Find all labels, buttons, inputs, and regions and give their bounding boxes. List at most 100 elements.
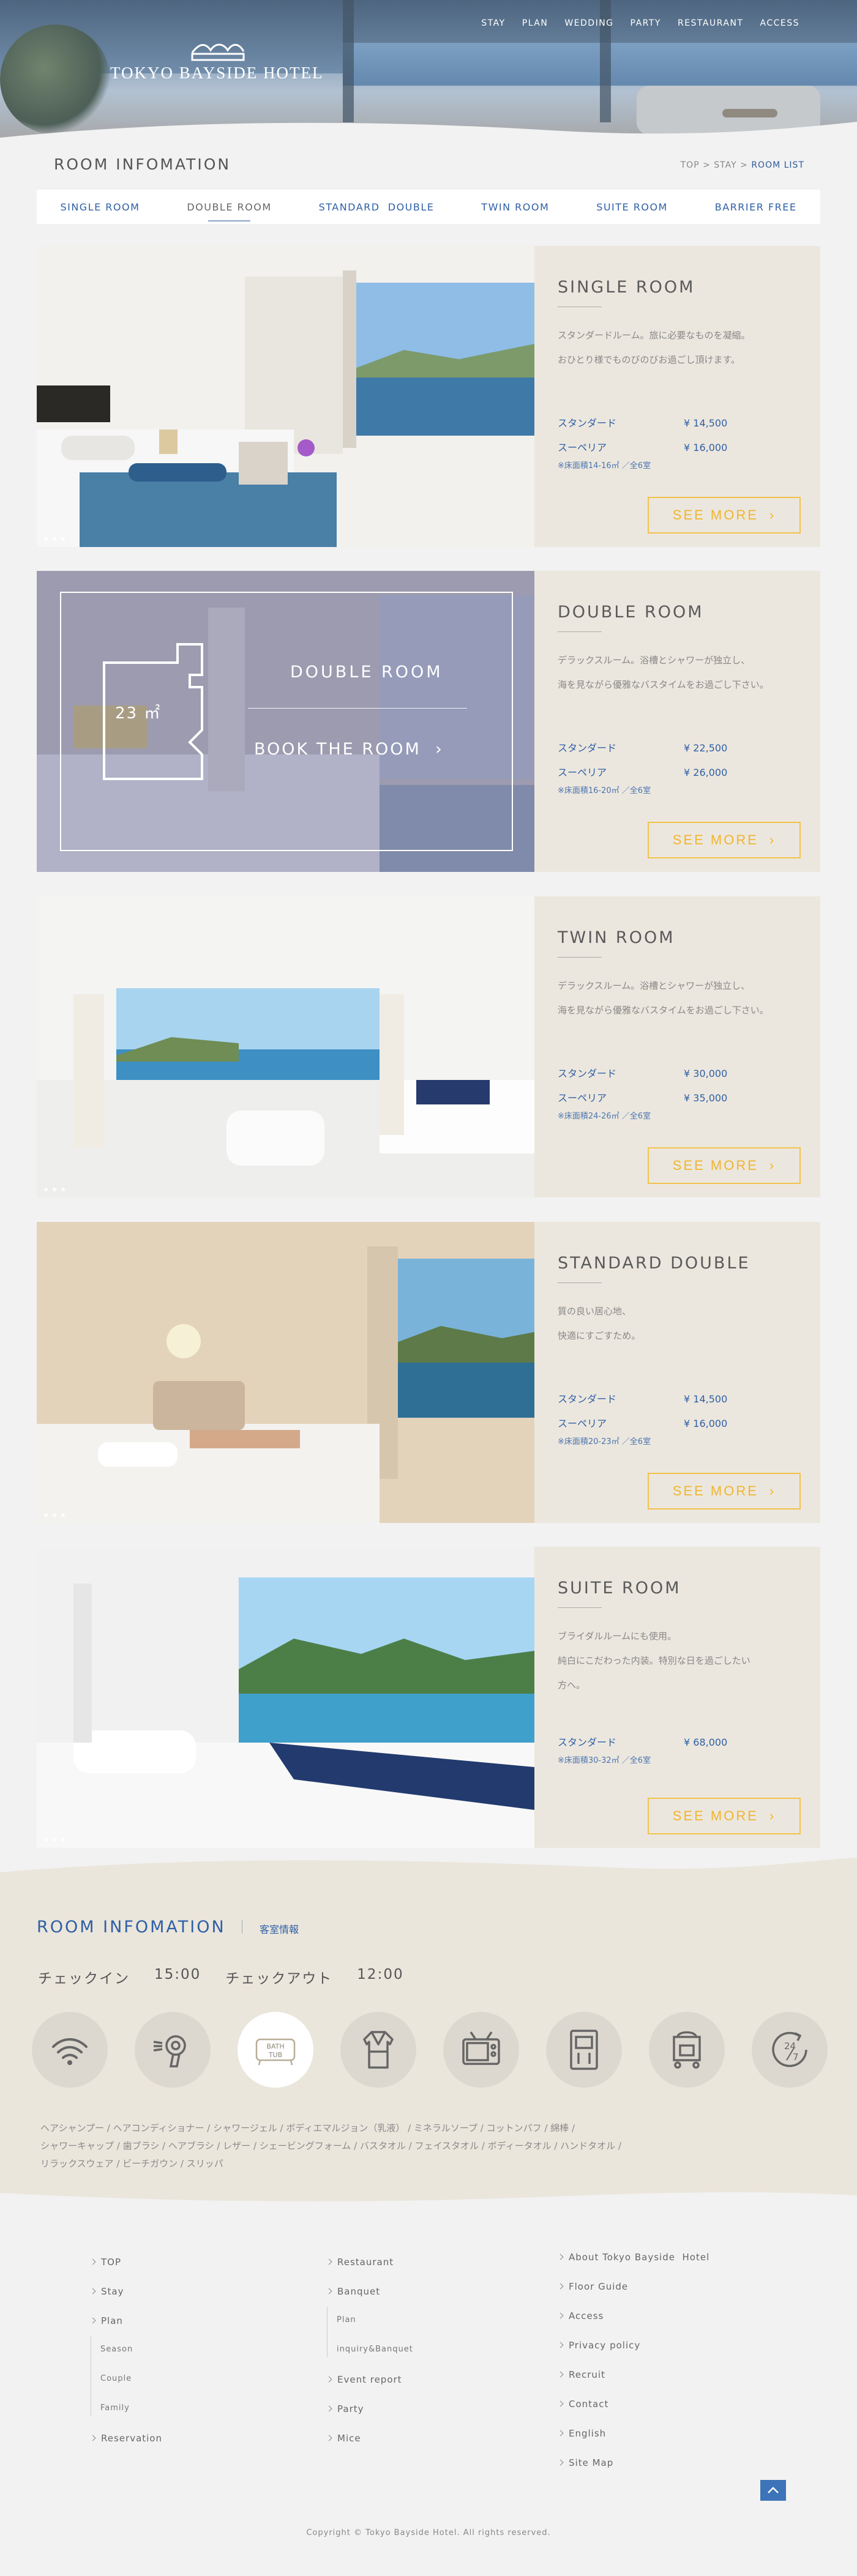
footer-link-reservation[interactable]: Reservation [89, 2433, 162, 2444]
room-description: スタンダードルーム。旅に必要なものを凝縮。 おひとり様でものびのびお過ごし頂けま… [558, 323, 798, 372]
nav-access[interactable]: ACCESS [760, 18, 799, 28]
breadcrumb-stay[interactable]: STAY [714, 160, 736, 170]
see-more-button[interactable]: SEE MORE › [648, 1473, 801, 1509]
see-more-button[interactable]: SEE MORE › [648, 822, 801, 858]
see-more-label: SEE MORE [672, 1808, 758, 1823]
tab-suite-room[interactable]: SUITE ROOM [596, 199, 668, 215]
carousel-dots[interactable] [44, 1513, 65, 1517]
breadcrumb-sep: > [703, 160, 711, 170]
footer-link-plan[interactable]: Plan [89, 2315, 123, 2326]
footer-link-mice[interactable]: Mice [326, 2433, 361, 2444]
footer-link-inquiry[interactable]: inquiry&Banquet [337, 2345, 413, 2354]
nav-restaurant[interactable]: RESTAURANT [678, 18, 744, 28]
chevron-right-icon [326, 2435, 332, 2441]
footer-link-banquet-plan[interactable]: Plan [337, 2315, 356, 2325]
room-photo[interactable] [37, 246, 534, 547]
bath-tub-label: TUB [268, 2051, 282, 2059]
amenity-icons: BATH TUB 24 7 [32, 2012, 828, 2088]
breadcrumb-sep: > [740, 160, 748, 170]
footer-link-label: Banquet [337, 2286, 381, 2297]
tab-double-room[interactable]: DOUBLE ROOM [187, 199, 271, 221]
price-row: スーペリア ¥ 16,000 [558, 1412, 727, 1436]
footer-link-banquet[interactable]: Banquet [326, 2286, 381, 2297]
carousel-dots[interactable] [44, 1188, 65, 1191]
nav-party[interactable]: PARTY [631, 18, 661, 28]
room-card-single: SINGLE ROOM スタンダードルーム。旅に必要なものを凝縮。 おひとり様で… [37, 246, 820, 547]
amenity-list-line: シャワーキャップ / 歯ブラシ / ヘアブラシ / レザー / シェービングフォ… [40, 2140, 621, 2151]
carousel-dots[interactable] [44, 537, 65, 541]
checkin-label: チェックイン [38, 1971, 130, 1987]
footer-link-sitemap[interactable]: Site Map [557, 2457, 614, 2468]
footer-link-top[interactable]: TOP [89, 2257, 121, 2268]
logo-text[interactable]: TOKYO BAYSIDE HOTEL [110, 64, 331, 83]
footer-link-family[interactable]: Family [100, 2403, 130, 2413]
room-photo[interactable] [37, 896, 534, 1197]
footer-link-english[interactable]: English [557, 2428, 606, 2439]
footer-link-floor-guide[interactable]: Floor Guide [557, 2281, 629, 2292]
price-list: スタンダード ¥ 14,500 スーペリア ¥ 16,000 ※床面積20-23㎡ … [558, 1387, 727, 1446]
chevron-right-icon: › [769, 1808, 776, 1823]
room-photo-image [37, 1547, 534, 1848]
chevron-right-icon [326, 2258, 332, 2265]
price-label: スタンダード [558, 742, 617, 754]
footer-link-restaurant[interactable]: Restaurant [326, 2257, 394, 2268]
breadcrumb: TOP > STAY > ROOM LIST [681, 160, 804, 170]
amenity-subtitle: 客室情報 [260, 1924, 299, 1935]
footer-link-label: About Tokyo Bayside Hotel [569, 2252, 710, 2263]
logo-wave-icon[interactable] [190, 38, 246, 62]
footer-link-privacy[interactable]: Privacy policy [557, 2340, 640, 2351]
room-area: ※床面積20-23㎡ ／全6室 [558, 1437, 651, 1446]
see-more-button[interactable]: SEE MORE › [648, 497, 801, 534]
footer-link-stay[interactable]: Stay [89, 2286, 124, 2297]
checkin-times: チェックイン 15:00 チェックアウト 12:00 [38, 1967, 404, 1987]
footer-link-contact[interactable]: Contact [557, 2399, 608, 2410]
tv-icon [443, 2012, 519, 2088]
tab-standard-double[interactable]: STANDARD DOUBLE [319, 199, 435, 215]
price-label: スタンダード [558, 1393, 617, 1405]
room-photo[interactable] [37, 1547, 534, 1848]
tab-twin-room[interactable]: TWIN ROOM [481, 199, 549, 215]
footer-link-about[interactable]: About Tokyo Bayside Hotel [557, 2252, 710, 2263]
price-value: ¥ 22,500 [684, 742, 728, 754]
footer-link-label: Floor Guide [569, 2281, 629, 2292]
footer-link-recruit[interactable]: Recruit [557, 2369, 605, 2380]
footer-link-couple[interactable]: Couple [100, 2374, 132, 2383]
chevron-right-icon [89, 2317, 96, 2324]
tab-barrier-free[interactable]: BARRIER FREE [715, 199, 797, 215]
room-photo[interactable]: 23 ㎡ DOUBLE ROOM BOOK THE ROOM › [37, 571, 534, 872]
footer-link-label: Restaurant [337, 2257, 394, 2268]
tab-single-room[interactable]: SINGLE ROOM [60, 199, 140, 215]
amenity-list: ヘアシャンプー / ヘアコンディショナー / シャワージェル / ボディエマルジ… [40, 2120, 799, 2173]
nav-stay[interactable]: STAY [481, 18, 505, 28]
footer-link-party[interactable]: Party [326, 2403, 364, 2414]
price-row: スーペリア ¥ 35,000 [558, 1086, 727, 1111]
room-photo[interactable] [37, 1222, 534, 1523]
hover-overlay[interactable]: 23 ㎡ DOUBLE ROOM BOOK THE ROOM › [37, 571, 534, 872]
footer-link-label: Party [337, 2403, 364, 2414]
footer-link-access[interactable]: Access [557, 2310, 604, 2321]
room-tabs: SINGLE ROOM DOUBLE ROOM STANDARD DOUBLE … [37, 190, 820, 224]
footer-link-label: Site Map [569, 2457, 614, 2468]
copyright: Copyright © Tokyo Bayside Hotel. All rig… [306, 2528, 551, 2537]
book-the-room-link[interactable]: BOOK THE ROOM › [254, 740, 444, 759]
chevron-right-icon [557, 2371, 564, 2378]
nav-wedding[interactable]: WEDDING [564, 18, 613, 28]
room-info-panel: STANDARD DOUBLE 質の良い居心地、 快適にすごすため。 スタンダー… [534, 1222, 820, 1523]
breadcrumb-top[interactable]: TOP [681, 160, 700, 170]
desc-line: 質の良い居心地、 [558, 1306, 632, 1317]
desc-line: デラックスルーム。浴槽とシャワーが独立し、 [558, 980, 750, 991]
footer-link-label: Mice [337, 2433, 361, 2444]
footer-link-label: Stay [101, 2286, 124, 2297]
price-list: スタンダード ¥ 22,500 スーペリア ¥ 26,000 ※床面積16-20㎡ … [558, 736, 727, 795]
carousel-dots[interactable] [44, 1838, 65, 1842]
see-more-button[interactable]: SEE MORE › [648, 1798, 801, 1834]
see-more-button[interactable]: SEE MORE › [648, 1147, 801, 1184]
section-wave-top [0, 1858, 857, 1878]
footer-link-season[interactable]: Season [100, 2345, 133, 2354]
price-row: スタンダード ¥ 30,000 [558, 1062, 727, 1086]
nav-plan[interactable]: PLAN [522, 18, 548, 28]
footer-link-event-report[interactable]: Event report [326, 2374, 402, 2385]
back-to-top-button[interactable] [760, 2480, 786, 2501]
room-description: デラックスルーム。浴槽とシャワーが独立し、 海を見ながら優雅なバスタイムをお過ご… [558, 648, 798, 697]
price-row: スタンダード ¥ 14,500 [558, 1387, 727, 1412]
